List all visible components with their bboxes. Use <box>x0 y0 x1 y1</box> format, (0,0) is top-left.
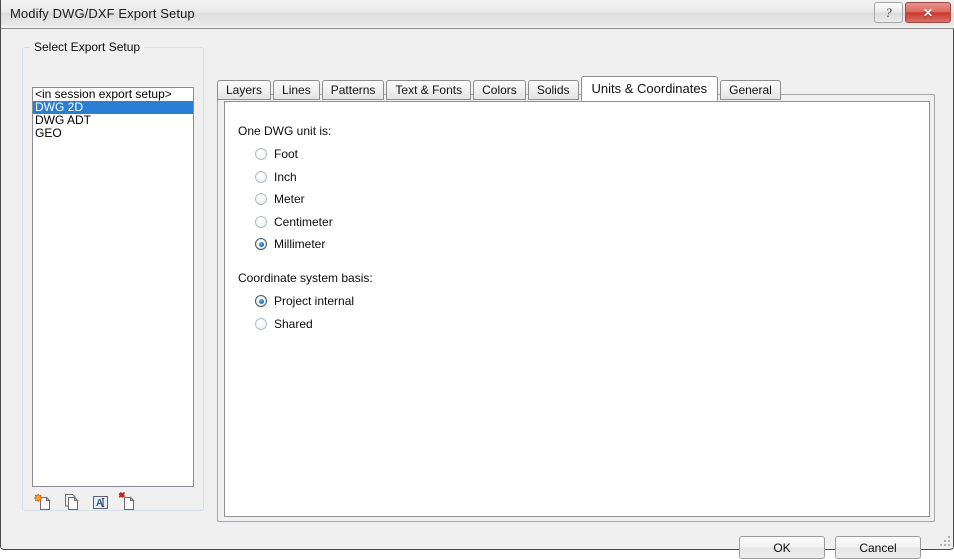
one-dwg-unit-label: One DWG unit is: <box>238 124 332 138</box>
cancel-button[interactable]: Cancel <box>835 536 921 559</box>
tab-layers[interactable]: Layers <box>217 80 272 100</box>
radio-option-millimeter[interactable]: Millimeter <box>255 236 325 252</box>
radio-option-meter[interactable]: Meter <box>255 191 305 207</box>
units-coordinates-content: One DWG unit is: Foot Inch Meter Centimeter… <box>224 101 930 517</box>
dialog-client-area: Select Export Setup <in session export s… <box>1 29 953 559</box>
duplicate-export-setup-button[interactable] <box>62 490 90 514</box>
delete-export-setup-button[interactable] <box>118 490 146 514</box>
delete-export-setup-icon <box>118 492 135 510</box>
close-icon: ✕ <box>922 5 934 20</box>
radio-label: Centimeter <box>274 214 333 229</box>
caption-button-group: ? ✕ <box>872 2 951 23</box>
radio-label: Project internal <box>274 294 355 308</box>
radio-unchecked-icon[interactable] <box>255 215 267 228</box>
close-button[interactable]: ✕ <box>905 2 951 23</box>
tab-lines[interactable]: Lines <box>273 80 320 100</box>
radio-unchecked-icon[interactable] <box>255 148 267 160</box>
rename-export-setup-icon: A <box>93 496 108 509</box>
title-bar[interactable]: Modify DWG/DXF Export Setup ? ✕ <box>1 0 954 29</box>
dialog-window: Modify DWG/DXF Export Setup ? ✕ Select E… <box>0 0 954 559</box>
question-mark-icon: ? <box>885 4 892 20</box>
duplicate-export-setup-icon <box>65 494 79 510</box>
tab-units-coordinates[interactable]: Units & Coordinates <box>580 76 719 101</box>
radio-option-inch[interactable]: Inch <box>255 169 297 185</box>
radio-label: Shared <box>274 317 313 331</box>
radio-label: Inch <box>274 169 297 184</box>
radio-unchecked-icon[interactable] <box>255 170 267 183</box>
radio-unchecked-icon[interactable] <box>255 193 267 206</box>
coordinate-system-basis-label: Coordinate system basis: <box>238 271 373 285</box>
tab-panel-units-coordinates: One DWG unit is: Foot Inch Meter Centimeter… <box>217 94 935 522</box>
radio-option-foot[interactable]: Foot <box>255 146 298 162</box>
radio-unchecked-icon[interactable] <box>255 318 267 330</box>
window-title: Modify DWG/DXF Export Setup <box>10 6 195 21</box>
tab-strip: Layers Lines Patterns Text & Fonts Colors Sol… <box>217 75 783 101</box>
ok-button[interactable]: OK <box>739 536 825 559</box>
export-setup-toolbar: A <box>34 490 184 514</box>
tab-colors[interactable]: Colors <box>473 80 526 100</box>
list-item[interactable]: GEO <box>33 127 193 140</box>
export-setup-listbox[interactable]: <in session export setup> DWG 2D DWG ADT GE… <box>32 87 194 487</box>
radio-option-shared[interactable]: Shared <box>255 316 313 332</box>
resize-grip[interactable] <box>938 534 950 546</box>
tab-text-fonts[interactable]: Text & Fonts <box>386 80 472 100</box>
new-export-setup-icon <box>34 493 51 510</box>
radio-checked-icon[interactable] <box>255 295 267 307</box>
svg-text:A: A <box>96 498 103 509</box>
tab-solids[interactable]: Solids <box>527 80 579 100</box>
new-export-setup-button[interactable] <box>34 490 62 514</box>
radio-label: Meter <box>274 192 305 207</box>
rename-export-setup-button[interactable]: A <box>90 490 118 514</box>
tab-patterns[interactable]: Patterns <box>321 80 385 100</box>
radio-option-centimeter[interactable]: Centimeter <box>255 214 333 230</box>
radio-option-project-internal[interactable]: Project internal <box>255 293 354 309</box>
radio-checked-icon[interactable] <box>255 238 267 251</box>
radio-label: Millimeter <box>274 237 326 252</box>
tab-general[interactable]: General <box>720 80 781 100</box>
help-button[interactable]: ? <box>874 2 903 23</box>
select-export-setup-label: Select Export Setup <box>30 40 145 54</box>
radio-label: Foot <box>274 147 299 161</box>
